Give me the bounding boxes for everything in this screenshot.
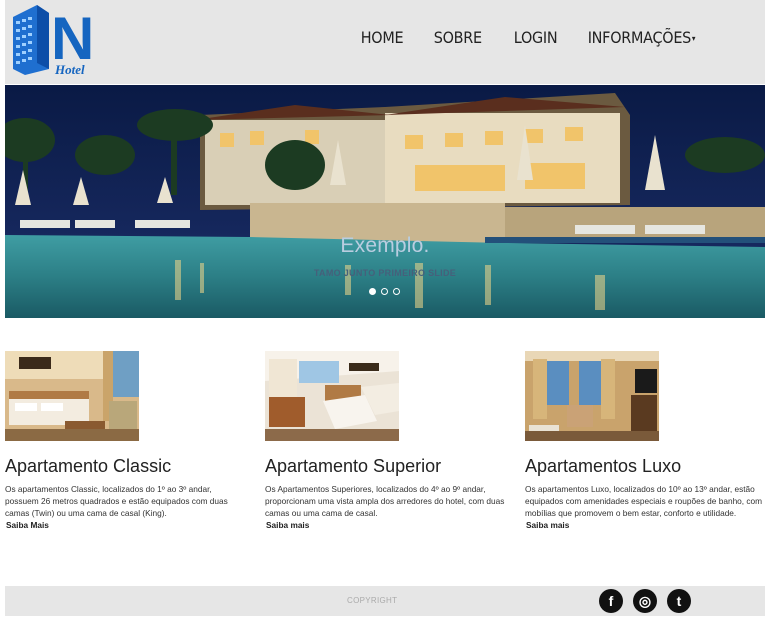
slide-indicator-2[interactable] bbox=[381, 288, 388, 295]
room-classic-more-link[interactable]: Saiba Mais bbox=[6, 520, 245, 530]
hotel-logo[interactable]: N Hotel bbox=[11, 3, 109, 79]
facebook-icon[interactable]: f bbox=[599, 589, 623, 613]
twitter-icon[interactable]: t bbox=[667, 589, 691, 613]
room-classic-title: Apartamento Classic bbox=[5, 456, 172, 476]
room-luxo-photo bbox=[525, 351, 659, 441]
hero-slider[interactable]: Exemplo. TAMO JUNTO PRIMEIRO SLIDE bbox=[5, 85, 765, 318]
room-superior-photo bbox=[265, 351, 399, 441]
nav-informacoes-label: INFORMAÇÕES bbox=[588, 28, 692, 47]
caret-down-icon: ▾ bbox=[692, 33, 696, 43]
logo-word: Hotel bbox=[54, 62, 85, 77]
copyright-text: COPYRIGHT bbox=[347, 596, 398, 605]
room-card-classic: Apartamento Classic Os apartamentos Clas… bbox=[5, 351, 245, 530]
slide-indicator-3[interactable] bbox=[393, 288, 400, 295]
nav-sobre[interactable]: SOBRE bbox=[422, 26, 494, 51]
slide-hotel-pool-image bbox=[5, 85, 765, 318]
instagram-icon[interactable]: ◎ bbox=[633, 589, 657, 613]
footer: COPYRIGHT f ◎ t bbox=[5, 586, 765, 616]
building-logo-icon: N Hotel bbox=[13, 5, 94, 77]
room-card-superior: Apartamento Superior Os Apartamentos Sup… bbox=[265, 351, 505, 530]
nav-informacoes[interactable]: INFORMAÇÕES▾ bbox=[576, 26, 707, 51]
slide-title: Exemplo. bbox=[340, 234, 430, 257]
header: N Hotel HOME SOBRE LOGIN INFORMAÇÕES▾ bbox=[5, 0, 765, 84]
room-card-luxo: Apartamentos Luxo Os apartamentos Luxo, … bbox=[525, 351, 765, 530]
room-luxo-title: Apartamentos Luxo bbox=[525, 456, 682, 476]
room-superior-more-link[interactable]: Saiba mais bbox=[266, 520, 505, 530]
slider-indicators bbox=[369, 288, 400, 295]
main-nav: HOME SOBRE LOGIN INFORMAÇÕES▾ bbox=[349, 26, 722, 51]
nav-home[interactable]: HOME bbox=[349, 26, 415, 51]
room-superior-description: Os Apartamentos Superiores, localizados … bbox=[265, 484, 505, 518]
slide-indicator-1[interactable] bbox=[369, 288, 376, 295]
social-links: f ◎ t bbox=[599, 589, 691, 613]
room-superior-title: Apartamento Superior bbox=[265, 456, 442, 476]
room-classic-photo bbox=[5, 351, 139, 441]
slide-subtitle: TAMO JUNTO PRIMEIRO SLIDE bbox=[313, 268, 457, 278]
room-luxo-more-link[interactable]: Saiba mais bbox=[526, 520, 765, 530]
room-luxo-description: Os apartamentos Luxo, localizados do 10º… bbox=[525, 484, 763, 518]
page: N Hotel HOME SOBRE LOGIN INFORMAÇÕES▾ Ex… bbox=[0, 0, 767, 621]
nav-login[interactable]: LOGIN bbox=[502, 26, 569, 51]
room-classic-description: Os apartamentos Classic, localizados do … bbox=[5, 484, 228, 518]
